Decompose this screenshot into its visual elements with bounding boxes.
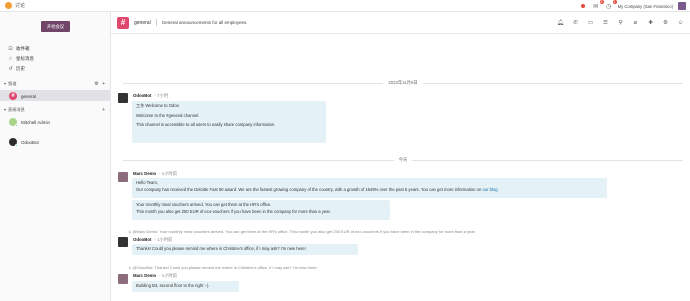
avatar[interactable] [118,172,128,182]
date-separator: 2023年11月8日 [123,80,683,86]
hashtag-icon: # [117,16,129,29]
message-bubble: 工作 Welcome to Odoo Welcome to the #gener… [132,101,326,143]
top-bar: 讨论 ✉ 4 ◷ 1 My Company (San Francisco) [0,0,690,12]
channel-description[interactable]: General announcements for all employees. [162,20,248,25]
history-icon: ↺ [8,65,13,72]
video-icon[interactable]: ▭ [587,19,594,26]
activity-icon[interactable]: ◷ 1 [605,0,617,10]
message-time: - 7小时 [154,93,168,98]
pin-icon[interactable]: ⚲ [617,19,624,26]
app-title[interactable]: 讨论 [15,2,25,9]
dm-item-odoobot[interactable]: OdooBot [9,137,39,147]
message-author: OdooBot - 7小时 [133,93,168,99]
dm-label: Mitchell Admin [21,119,51,125]
date-label: 今天 [398,157,408,162]
avatar[interactable] [118,93,128,103]
invite-icon[interactable]: ✚ [647,19,654,26]
channel-title[interactable]: general [134,20,151,26]
message-bubble: Thanks! Could you please remind me where… [132,244,358,255]
members-icon[interactable]: ☺ [677,19,684,26]
author-name[interactable]: OdooBot [133,237,151,242]
avatar[interactable] [118,237,128,247]
message-text: Welcome to the #general channel. [136,112,200,118]
phone-icon[interactable]: ✆ [572,19,579,26]
message-text: Building B3, second floor to the right :… [136,283,210,288]
bell-icon[interactable]: 🔔︎ [557,19,564,26]
author-name[interactable]: Marc Demo [133,273,156,278]
message-bubble: Your monthly meal vouchers arrived. You … [132,200,390,220]
avatar[interactable] [118,274,128,284]
dm-header-label: 直接消息 [8,106,25,112]
online-status-icon [15,124,18,127]
message-time: - 1小时前 [154,237,173,242]
hashtag-icon: # [9,92,17,100]
date-separator: 今天 [123,157,683,163]
dm-section-header[interactable]: ▾ 直接消息 + [4,106,106,113]
start-meeting-button[interactable]: 开始会议 [41,21,70,32]
channels-section-header[interactable]: ▾ 频道 ⚙ + [4,80,106,87]
message-bubble: Building B3, second floor to the right :… [132,281,239,292]
dm-item-mitchell[interactable]: Mitchell Admin [9,117,50,127]
status-dot-icon[interactable] [579,2,587,10]
author-name[interactable]: OdooBot [133,93,151,98]
message-author: OdooBot - 1小时前 [133,237,172,243]
message-text: 工作 Welcome to Odoo [136,103,179,108]
message-bubble: Hello Team, Our company has received the… [132,178,607,198]
sidebar-item-label: 收件箱 [16,45,30,51]
message-author: Marc Demo - 1小时前 [133,273,177,279]
dm-label: OdooBot [21,139,39,145]
message-time: - 1小时前 [159,171,178,176]
inbox-icon: ⊡ [8,45,13,52]
attachment-icon[interactable]: ⌀ [632,19,639,26]
reply-reference[interactable]: ↳ @OdooBot: Thanks! Could you please rem… [128,265,317,270]
sidebar-item-inbox[interactable]: ⊡ 收件箱 [8,45,30,52]
sidebar-item-label: 星标消息 [16,55,34,61]
threads-icon[interactable]: ☰ [602,19,609,26]
avatar [9,138,18,147]
message-text: Our company has received the Deloitte Fa… [136,186,498,192]
chat-icon[interactable]: ✉ 4 [592,0,604,10]
sidebar-item-label: 历史 [16,65,25,71]
channel-header: # general General announcements for all … [111,12,690,34]
author-name[interactable]: Marc Demo [133,171,156,176]
sidebar-item-starred[interactable]: ☆ 星标消息 [8,55,34,62]
avatar [9,118,18,127]
blog-link[interactable]: our blog [482,187,497,192]
channels-actions[interactable]: ⚙ + [94,81,106,87]
chat-badge: 4 [599,0,604,4]
systray: ✉ 4 ◷ 1 My Company (San Francisco) [579,0,686,11]
user-avatar[interactable] [678,2,686,10]
company-switcher[interactable]: My Company (San Francisco) [618,4,673,9]
channel-label: general [21,93,37,99]
date-label: 2023年11月8日 [388,80,418,85]
app-logo-icon[interactable] [5,2,12,9]
activity-badge: 1 [612,0,617,4]
add-dm-button[interactable]: + [102,107,106,113]
message-text: This channel is accessible to all users … [136,122,276,127]
channels-header-label: 频道 [8,80,17,86]
star-icon: ☆ [8,55,13,62]
message-text: This month you also get 250 EUR of eco-v… [136,208,331,214]
message-text: Thanks! Could you please remind me where… [136,246,306,251]
divider [155,19,157,26]
settings-icon[interactable]: ⚙ [662,19,669,26]
message-author: Marc Demo - 1小时前 [133,171,177,177]
reply-reference[interactable]: ↳ @Marc Demo: Your monthly meal vouchers… [128,229,476,234]
header-toolbar: 🔔︎ ✆ ▭ ☰ ⚲ ⌀ ✚ ⚙ ☺ [557,19,684,26]
message-time: - 1小时前 [159,273,178,278]
channel-general-row[interactable]: # general [9,91,36,101]
sidebar-item-history[interactable]: ↺ 历史 [8,65,25,72]
online-status-icon [15,144,18,147]
